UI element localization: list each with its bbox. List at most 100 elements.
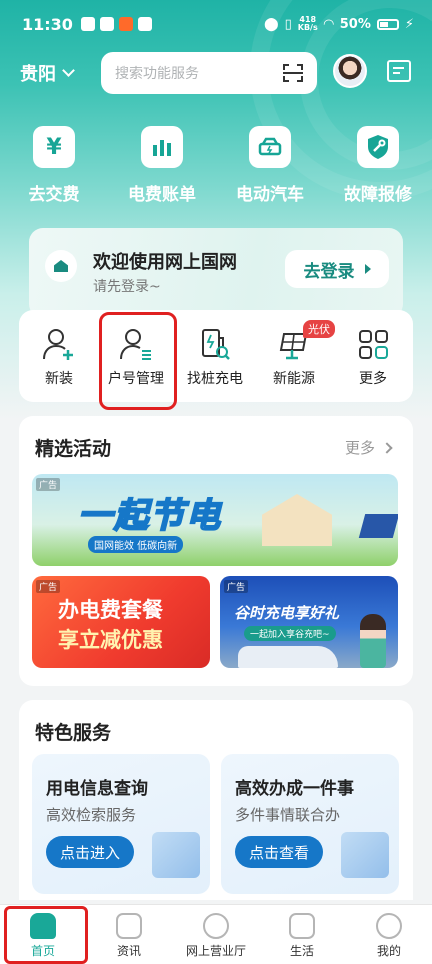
ad-label: 广告 bbox=[36, 580, 61, 593]
quick-action-bill[interactable]: 电费账单 bbox=[112, 126, 212, 205]
activities-title: 精选活动 bbox=[35, 438, 112, 460]
feature-card-subtitle: 高效检索服务 bbox=[46, 806, 137, 824]
activities-more-link[interactable]: 更多 bbox=[345, 437, 393, 458]
service-label: 新装 bbox=[45, 371, 73, 387]
car-illustration bbox=[238, 646, 338, 668]
app-notification-icon bbox=[118, 17, 133, 31]
status-bar: 11:30 ⬤ ▯ 418 KB/s ◠ 50% ⚡ bbox=[0, 0, 432, 48]
featured-services: 特色服务 用电信息查询 高效检索服务 点击进入 高效办成一件事 多件事情联合办 … bbox=[19, 700, 413, 900]
find-charger-icon bbox=[197, 326, 233, 362]
grid-icon bbox=[355, 326, 391, 362]
tab-online-hall[interactable]: 网上营业厅 bbox=[173, 913, 259, 959]
ev-charger-icon bbox=[249, 126, 291, 168]
tab-label: 网上营业厅 bbox=[185, 944, 246, 958]
quick-action-pay[interactable]: ¥ 去交费 bbox=[4, 126, 104, 205]
city-label: 贵阳 bbox=[20, 64, 56, 85]
banner-left-line2: 享立减优惠 bbox=[58, 628, 163, 652]
login-subtitle: 请先登录~ bbox=[93, 279, 161, 295]
feature-card-one-thing[interactable]: 高效办成一件事 多件事情联合办 点击查看 bbox=[221, 754, 399, 894]
quick-action-repair[interactable]: 故障报修 bbox=[328, 126, 428, 205]
smiley-icon bbox=[376, 913, 402, 939]
chevron-down-icon bbox=[62, 64, 75, 77]
app-notification-icon bbox=[99, 17, 114, 31]
city-selector[interactable]: 贵阳 bbox=[20, 60, 75, 86]
app-notification-icon bbox=[80, 17, 95, 31]
wifi-icon: ◠ bbox=[323, 16, 334, 32]
document-illustration bbox=[152, 832, 200, 878]
scan-icon[interactable] bbox=[283, 64, 303, 82]
quick-action-label: 电费账单 bbox=[128, 185, 196, 205]
service-label: 新能源 bbox=[273, 371, 315, 387]
service-label: 找桩充电 bbox=[187, 371, 243, 387]
message-icon[interactable] bbox=[387, 60, 411, 82]
banner-right-line2: 一起加入享谷充吧~ bbox=[244, 626, 336, 641]
building-illustration bbox=[341, 832, 389, 878]
feature-card-title: 高效办成一件事 bbox=[235, 779, 354, 799]
bar-chart-icon bbox=[141, 126, 183, 168]
enter-button[interactable]: 点击进入 bbox=[46, 836, 135, 868]
service-find-charger[interactable]: 找桩充电 bbox=[180, 326, 250, 388]
battery-percent: 50% bbox=[339, 16, 371, 32]
tab-news[interactable]: 资讯 bbox=[86, 913, 172, 959]
tab-label: 生活 bbox=[289, 944, 314, 958]
feature-card-title: 用电信息查询 bbox=[46, 779, 148, 799]
highlight-box-home-tab bbox=[4, 906, 88, 964]
banner-main-text: 一起节电 bbox=[77, 495, 222, 537]
solar-panel-illustration bbox=[358, 514, 398, 538]
feature-card-usage-query[interactable]: 用电信息查询 高效检索服务 点击进入 bbox=[32, 754, 210, 894]
battery-icon bbox=[376, 18, 399, 30]
ad-label: 广告 bbox=[224, 580, 249, 593]
tab-label: 我的 bbox=[376, 944, 401, 958]
banner-main-sub: 国网能效 低碳向新 bbox=[88, 536, 184, 553]
top-bar: 贵阳 搜索功能服务 bbox=[0, 48, 432, 98]
solar-panel-icon: 光伏 bbox=[276, 320, 335, 362]
quick-action-label: 电动汽车 bbox=[236, 185, 304, 205]
search-placeholder: 搜索功能服务 bbox=[115, 66, 199, 82]
service-new-install[interactable]: 新装 bbox=[24, 326, 94, 388]
person-illustration bbox=[360, 614, 386, 668]
shopping-bag-icon bbox=[289, 913, 315, 939]
status-time: 11:30 bbox=[22, 14, 73, 34]
service-label: 更多 bbox=[359, 371, 387, 387]
chevron-right-icon bbox=[381, 441, 393, 454]
banner-bill-package[interactable]: 广告 办电费套餐 享立减优惠 bbox=[32, 576, 210, 668]
new-energy-badge: 光伏 bbox=[303, 320, 335, 338]
house-illustration bbox=[262, 494, 332, 546]
activities-card: 精选活动 更多 广告 一起节电 国网能效 低碳向新 广告 办电费套餐 享立减优惠… bbox=[19, 416, 413, 686]
banner-right-line1: 谷时充电享好礼 bbox=[234, 604, 340, 622]
home-icon bbox=[45, 250, 77, 282]
globe-icon bbox=[203, 913, 229, 939]
banner-left-line1: 办电费套餐 bbox=[58, 598, 163, 622]
avatar[interactable] bbox=[333, 54, 367, 88]
service-new-energy[interactable]: 光伏 新能源 bbox=[259, 320, 335, 388]
yuan-icon: ¥ bbox=[33, 126, 75, 168]
highlight-box-account-manage bbox=[99, 312, 177, 410]
banner-offpeak-charging[interactable]: 广告 谷时充电享好礼 一起加入享谷充吧~ bbox=[220, 576, 398, 668]
service-more[interactable]: 更多 bbox=[338, 326, 408, 388]
tab-mine[interactable]: 我的 bbox=[346, 913, 432, 959]
charging-icon: ⚡ bbox=[404, 16, 414, 32]
view-button[interactable]: 点击查看 bbox=[235, 836, 324, 868]
location-icon: ⬤ bbox=[264, 16, 279, 32]
quick-action-label: 故障报修 bbox=[344, 185, 412, 205]
chat-icon bbox=[116, 913, 142, 939]
ad-label: 广告 bbox=[36, 478, 61, 491]
quick-actions: ¥ 去交费 电费账单 电动汽车 故障报修 bbox=[0, 126, 432, 206]
featured-title: 特色服务 bbox=[35, 722, 112, 744]
repair-shield-icon bbox=[357, 126, 399, 168]
tab-life[interactable]: 生活 bbox=[259, 913, 345, 959]
feature-card-subtitle: 多件事情联合办 bbox=[235, 806, 341, 824]
login-button[interactable]: 去登录 bbox=[285, 250, 389, 288]
network-speed: 418 KB/s bbox=[297, 15, 318, 32]
tab-label: 资讯 bbox=[116, 944, 141, 958]
search-input[interactable]: 搜索功能服务 bbox=[101, 52, 317, 94]
app-notification-icon bbox=[137, 17, 152, 31]
play-arrow-icon bbox=[364, 264, 371, 274]
quick-action-ev[interactable]: 电动汽车 bbox=[220, 126, 320, 205]
services-row: 新装 户号管理 找桩充电 光伏 新能源 更多 bbox=[19, 310, 413, 402]
user-add-icon bbox=[41, 326, 77, 362]
banner-energy-saving[interactable]: 广告 一起节电 国网能效 低碳向新 bbox=[32, 474, 398, 566]
vibrate-icon: ▯ bbox=[284, 16, 292, 32]
quick-action-label: 去交费 bbox=[28, 185, 80, 205]
login-title: 欢迎使用网上国网 bbox=[93, 252, 237, 273]
